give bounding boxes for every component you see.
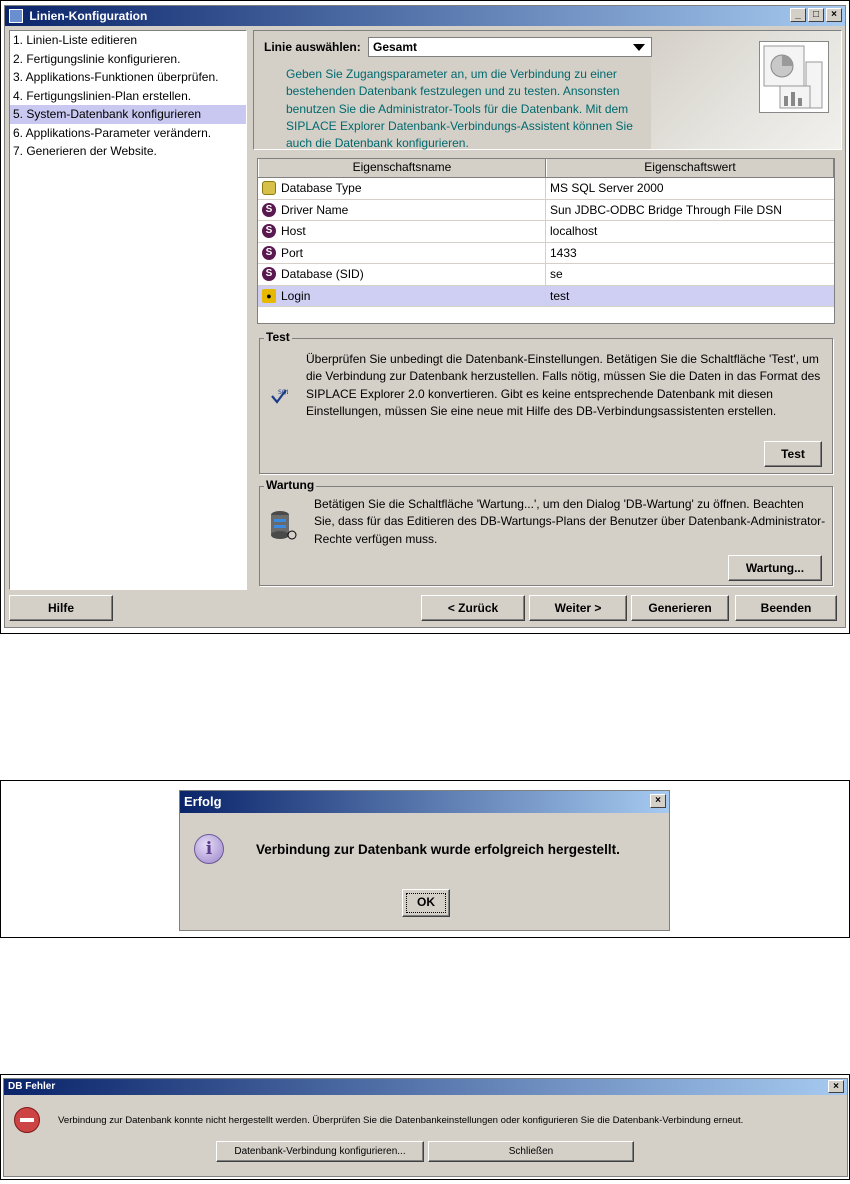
close-button[interactable]: × [826, 8, 842, 22]
stop-icon [14, 1107, 40, 1133]
property-name: Port [281, 245, 304, 260]
maintenance-group: Wartung Betätigen Sie die Schaltfläche '… [259, 478, 833, 586]
s-icon: S [262, 202, 276, 217]
screenshot-frame-3: DB Fehler × Verbindung zur Datenbank kon… [0, 1074, 850, 1180]
maintenance-button[interactable]: Wartung... [728, 555, 822, 581]
screenshot-frame-2: Erfolg × i Verbindung zur Datenbank wurd… [0, 780, 850, 938]
main-window-title: Linien-Konfiguration [29, 9, 148, 23]
close-dialog-button[interactable]: Schließen [428, 1141, 634, 1162]
property-name: Login [281, 288, 311, 303]
back-button[interactable]: < Zurück [421, 595, 525, 621]
success-dialog: Erfolg × i Verbindung zur Datenbank wurd… [179, 790, 670, 931]
success-dialog-title: Erfolg [184, 794, 222, 809]
help-button[interactable]: Hilfe [9, 595, 113, 621]
ok-button[interactable]: OK [402, 889, 450, 917]
property-name: Database Type [281, 181, 362, 196]
success-message: Verbindung zur Datenbank wurde erfolgrei… [256, 842, 620, 857]
property-name: Driver Name [281, 202, 349, 217]
error-dialog-titlebar[interactable]: DB Fehler × [4, 1079, 847, 1095]
property-value[interactable]: MS SQL Server 2000 [546, 178, 834, 199]
database-icon [262, 181, 276, 196]
table-row[interactable]: Database Type MS SQL Server 2000 [258, 178, 834, 200]
property-value[interactable]: 1433 [546, 243, 834, 264]
line-select-label: Linie auswählen: [264, 40, 361, 54]
test-group-label: Test [264, 330, 292, 344]
table-row[interactable]: S Port 1433 [258, 242, 834, 264]
property-name: Host [281, 224, 306, 239]
close-button[interactable]: × [828, 1080, 844, 1093]
property-value[interactable]: Sun JDBC-ODBC Bridge Through File DSN [546, 200, 834, 221]
success-dialog-titlebar[interactable]: Erfolg × [180, 791, 669, 813]
line-select-dropdown[interactable]: Gesamt [368, 37, 652, 57]
column-header-value[interactable]: Eigenschaftswert [546, 159, 834, 177]
close-button[interactable]: × [650, 794, 666, 808]
app-icon [9, 9, 23, 23]
database-maintenance-icon [268, 509, 298, 541]
step-item[interactable]: 4. Fertigungslinien-Plan erstellen. [10, 87, 246, 106]
info-icon: i [194, 834, 224, 864]
property-table: Eigenschaftsname Eigenschaftswert Databa… [257, 158, 835, 324]
test-group: Test SQL Überprüfen Sie unbedingt die Da… [259, 330, 833, 474]
column-header-name[interactable]: Eigenschaftsname [258, 159, 546, 177]
line-select-value: Gesamt [373, 40, 418, 54]
table-row[interactable]: S Host localhost [258, 221, 834, 243]
error-dialog: DB Fehler × Verbindung zur Datenbank kon… [3, 1078, 848, 1177]
step-item[interactable]: 2. Fertigungslinie konfigurieren. [10, 50, 246, 69]
maintenance-group-label: Wartung [264, 478, 317, 492]
property-value[interactable]: test [546, 286, 834, 307]
maximize-button[interactable]: □ [808, 8, 824, 22]
property-value[interactable]: localhost [546, 221, 834, 242]
screenshot-frame-1: Linien-Konfiguration _ □ × 1. Linien-Lis… [0, 0, 850, 634]
table-row-selected[interactable]: ● Login test [258, 285, 834, 307]
table-header: Eigenschaftsname Eigenschaftswert [258, 159, 834, 178]
step-item[interactable]: 6. Applikations-Parameter verändern. [10, 124, 246, 143]
s-icon: S [262, 224, 276, 239]
check-icon: SQL [270, 387, 291, 405]
main-window-titlebar[interactable]: Linien-Konfiguration _ □ × [5, 6, 845, 26]
decorative-banner [651, 31, 841, 149]
error-message: Verbindung zur Datenbank konnte nicht he… [58, 1115, 744, 1126]
property-name: Database (SID) [281, 267, 364, 282]
finish-button[interactable]: Beenden [735, 595, 837, 621]
step-item[interactable]: 3. Applikations-Funktionen überprüfen. [10, 68, 246, 87]
report-icon [759, 41, 829, 113]
test-description: Überprüfen Sie unbedingt die Datenbank-E… [306, 352, 821, 419]
intro-text: Geben Sie Zugangsparameter an, um die Ve… [286, 67, 633, 151]
step-item[interactable]: 7. Generieren der Website. [10, 142, 246, 161]
s-icon: S [262, 267, 276, 282]
configure-connection-button[interactable]: Datenbank-Verbindung konfigurieren... [216, 1141, 424, 1162]
steps-list: 1. Linien-Liste editieren 2. Fertigungsl… [9, 30, 247, 590]
property-value[interactable]: se [546, 264, 834, 285]
main-window: Linien-Konfiguration _ □ × 1. Linien-Lis… [4, 5, 846, 628]
step-item-active[interactable]: 5. System-Datenbank konfigurieren [10, 105, 246, 124]
next-button[interactable]: Weiter > [529, 595, 627, 621]
minimize-button[interactable]: _ [790, 8, 806, 22]
s-icon: S [262, 245, 276, 260]
svg-text:SQL: SQL [278, 389, 288, 396]
maintenance-description: Betätigen Sie die Schaltfläche 'Wartung.… [314, 497, 826, 546]
step-item[interactable]: 1. Linien-Liste editieren [10, 31, 246, 50]
table-row[interactable]: S Driver Name Sun JDBC-ODBC Bridge Throug… [258, 199, 834, 221]
line-select-panel: Linie auswählen: Gesamt Geben Sie Zugang… [253, 30, 842, 150]
table-row[interactable]: S Database (SID) se [258, 264, 834, 286]
lock-icon: ● [262, 288, 276, 303]
generate-button[interactable]: Generieren [631, 595, 729, 621]
test-button[interactable]: Test [764, 441, 822, 467]
error-dialog-title: DB Fehler [8, 1081, 56, 1092]
chevron-down-icon[interactable] [633, 44, 645, 51]
